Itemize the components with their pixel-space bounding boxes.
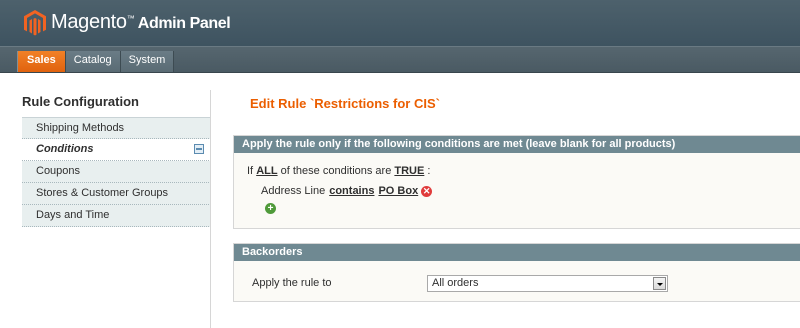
column-divider: [210, 90, 211, 328]
conditions-header: Apply the rule only if the following con…: [234, 136, 800, 153]
sidebar-title: Rule Configuration: [22, 94, 139, 109]
chevron-down-icon[interactable]: [653, 277, 666, 290]
sidebar-item-label: Conditions: [36, 143, 94, 155]
apply-rule-label: Apply the rule to: [252, 277, 332, 289]
aggregator-link[interactable]: ALL: [256, 165, 277, 177]
add-condition-icon[interactable]: +: [265, 203, 276, 214]
condition-attribute: Address Line: [261, 185, 326, 197]
main-nav: Sales Catalog System: [0, 46, 800, 73]
sidebar-item-stores-customer-groups[interactable]: Stores & Customer Groups: [22, 183, 211, 205]
sidebar-item-coupons[interactable]: Coupons: [22, 161, 211, 183]
if-label: If: [247, 165, 254, 177]
collapse-icon[interactable]: [194, 144, 204, 154]
nav-tab-sales[interactable]: Sales: [18, 51, 66, 72]
sidebar-item-shipping-methods[interactable]: Shipping Methods: [22, 117, 211, 139]
brand-title: Magento™ Admin Panel: [51, 11, 231, 34]
header: Magento™ Admin Panel: [0, 0, 800, 46]
conditions-middle-text: of these conditions are: [280, 165, 392, 177]
brand-subtitle: Admin Panel: [137, 15, 231, 32]
nav-tab-catalog[interactable]: Catalog: [66, 51, 121, 72]
nav-tab-system[interactable]: System: [121, 51, 175, 72]
backorders-fieldset: Backorders Apply the rule to All orders: [233, 243, 800, 302]
nav-tabs: Sales Catalog System: [17, 51, 175, 72]
condition-operator-link[interactable]: contains: [329, 185, 374, 197]
backorders-header: Backorders: [234, 244, 800, 261]
page-title: Edit Rule `Restrictions for CIS`: [250, 96, 440, 111]
sidebar-item-label: Stores & Customer Groups: [36, 187, 169, 199]
conditions-fieldset: Apply the rule only if the following con…: [233, 135, 800, 229]
condition-row: Address Line contains PO Box ✕: [261, 185, 433, 197]
conditions-root: If ALL of these conditions are TRUE :: [247, 165, 430, 177]
brand-trademark: ™: [126, 14, 135, 23]
sidebar-item-label: Days and Time: [36, 209, 110, 221]
remove-condition-icon[interactable]: ✕: [421, 185, 433, 197]
value-link[interactable]: TRUE: [394, 165, 424, 177]
apply-rule-select[interactable]: All orders: [427, 275, 668, 292]
apply-rule-selected: All orders: [432, 277, 479, 289]
sidebar-item-label: Shipping Methods: [36, 122, 125, 134]
sidebar-list: Shipping Methods Conditions Coupons Stor…: [22, 117, 211, 227]
sidebar-item-conditions[interactable]: Conditions: [22, 139, 211, 161]
sidebar-item-label: Coupons: [36, 165, 81, 177]
magento-logo-icon[interactable]: [24, 10, 46, 36]
brand-name: Magento: [51, 11, 127, 33]
sidebar-item-days-and-time[interactable]: Days and Time: [22, 205, 211, 227]
colon-text: :: [427, 165, 431, 177]
condition-value-link[interactable]: PO Box: [378, 185, 418, 197]
